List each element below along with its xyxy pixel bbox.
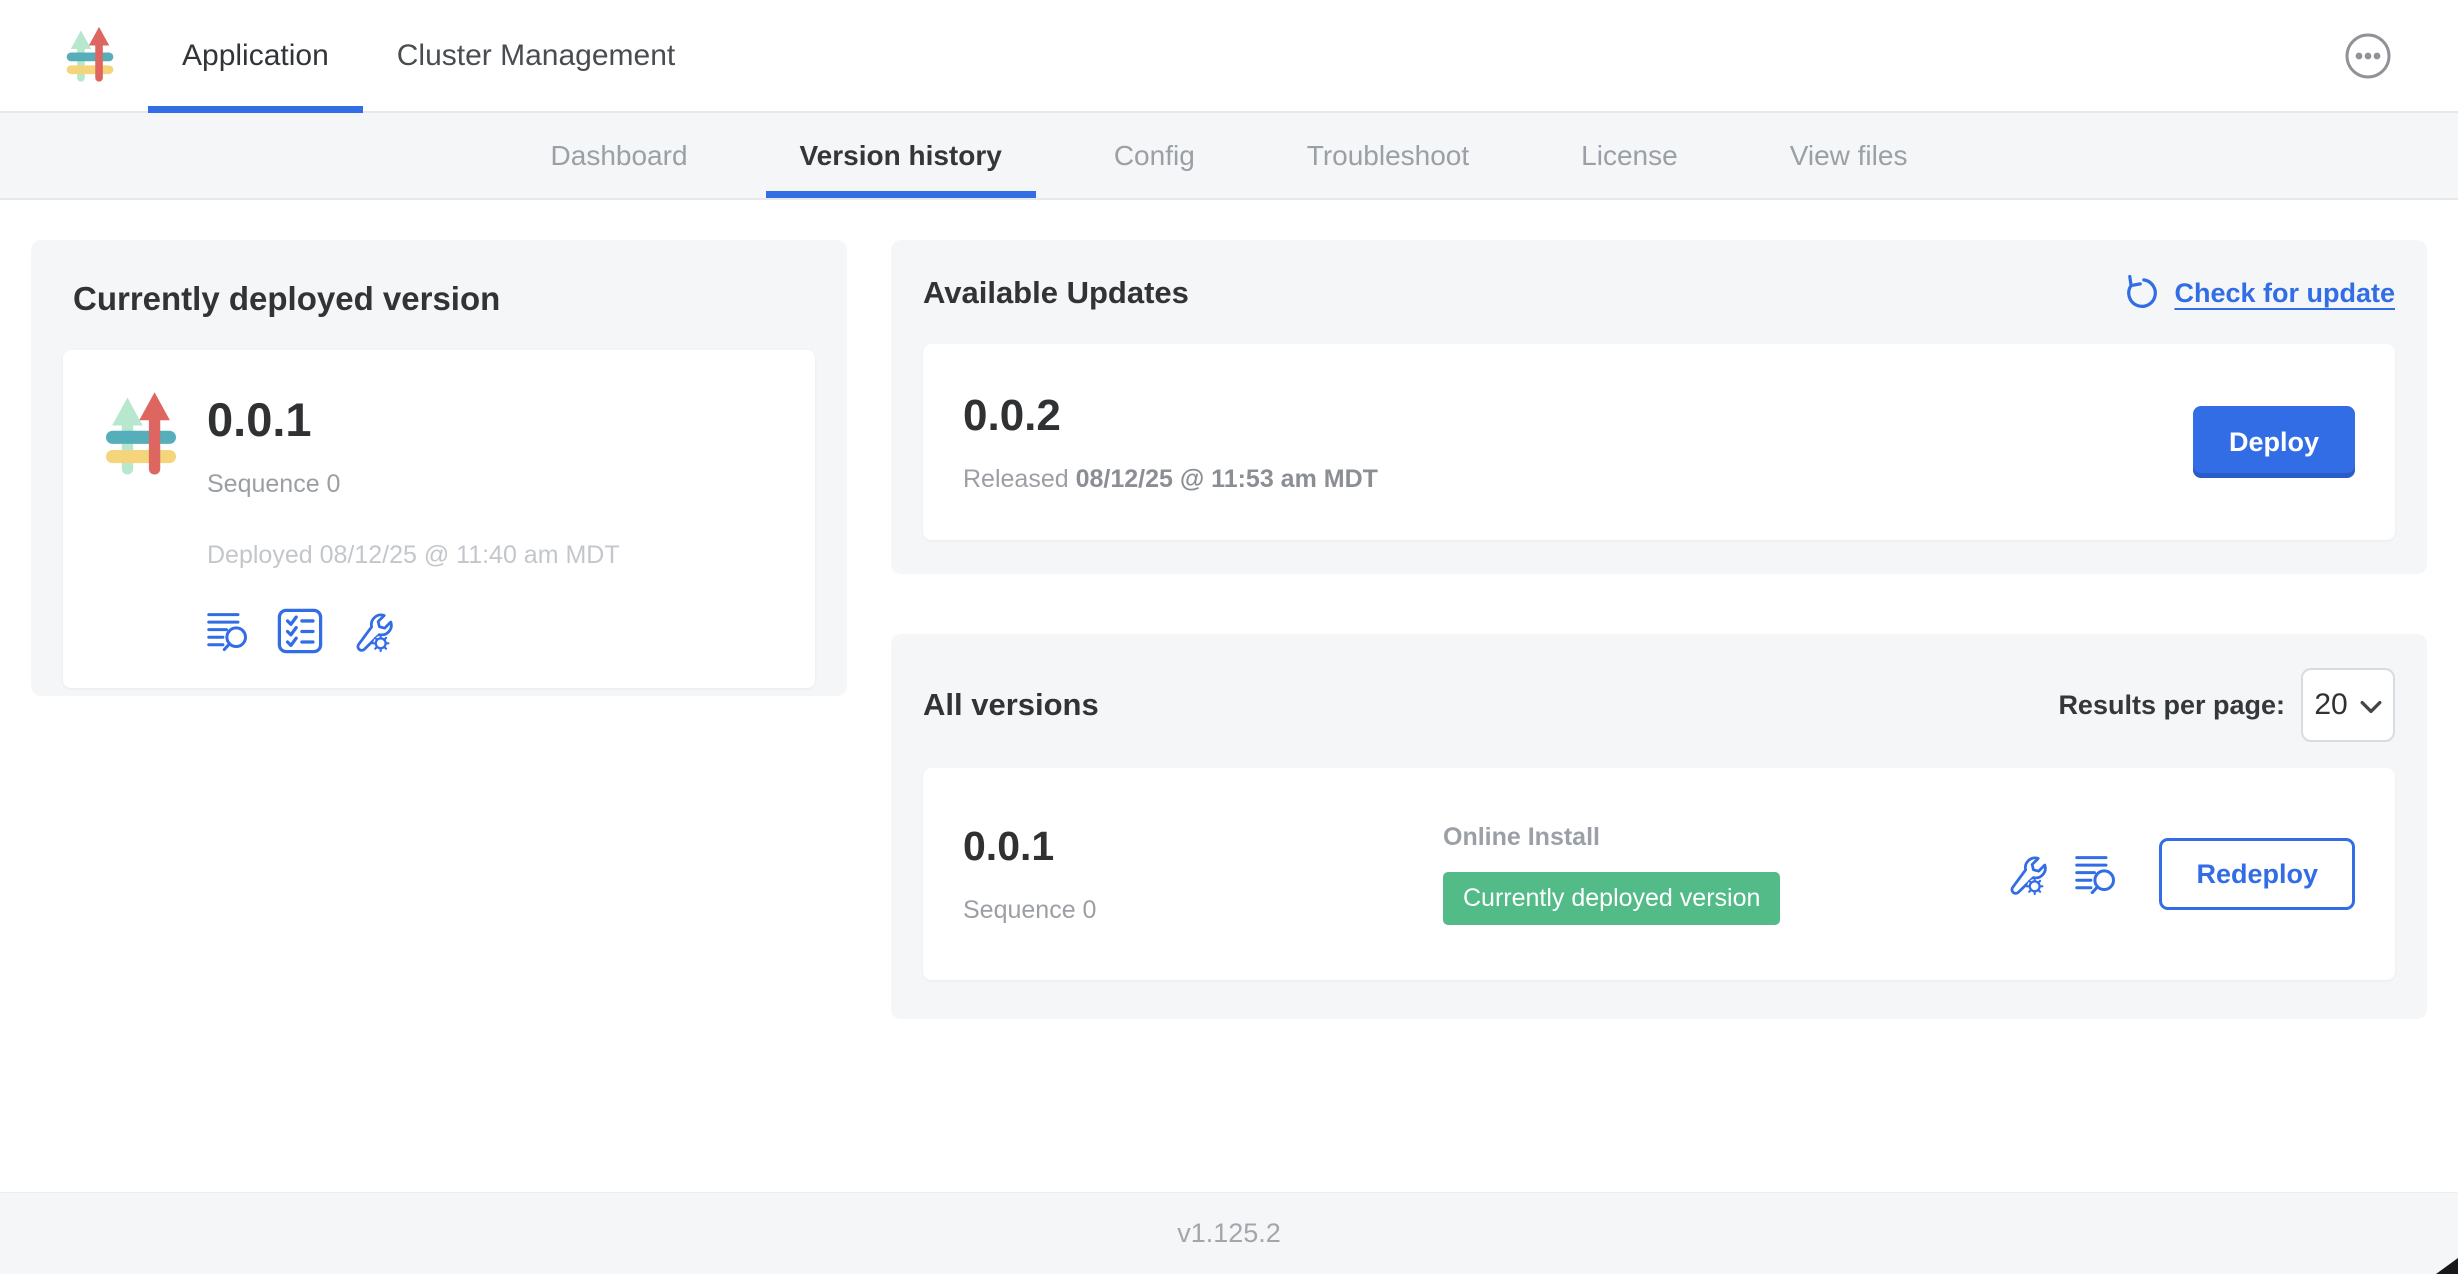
config-icon bbox=[347, 608, 393, 654]
subnav-tab-troubleshoot[interactable]: Troubleshoot bbox=[1251, 113, 1525, 198]
check-for-update-link[interactable]: Check for update bbox=[2122, 274, 2395, 312]
version-row: 0.0.1 Sequence 0 Online Install Currentl… bbox=[923, 768, 2395, 980]
version-history-page: Currently deployed version 0.0.1 Sequenc… bbox=[0, 200, 2458, 1019]
results-per-page-group: Results per page: 20 bbox=[2058, 668, 2395, 742]
released-label: Released bbox=[963, 465, 1069, 493]
chevron-down-icon bbox=[2360, 700, 2382, 714]
console-version: v1.125.2 bbox=[1177, 1218, 1281, 1249]
results-per-page-select[interactable]: 20 bbox=[2301, 668, 2395, 742]
all-versions-title: All versions bbox=[923, 687, 1099, 723]
deployed-version-card: 0.0.1 Sequence 0 Deployed 08/12/25 @ 11:… bbox=[63, 350, 815, 688]
preflight-checks-button[interactable] bbox=[277, 608, 323, 654]
preflight-checks-icon bbox=[277, 608, 323, 654]
currently-deployed-panel: Currently deployed version 0.0.1 Sequenc… bbox=[31, 240, 847, 696]
results-per-page-value: 20 bbox=[2314, 688, 2347, 722]
deployed-action-icons bbox=[207, 608, 620, 654]
ellipsis-icon bbox=[2344, 32, 2392, 80]
deployed-sequence: Sequence 0 bbox=[207, 470, 620, 499]
refresh-icon bbox=[2122, 274, 2160, 312]
subnav-tab-config[interactable]: Config bbox=[1058, 113, 1251, 198]
tab-application[interactable]: Application bbox=[148, 0, 363, 111]
results-per-page-label: Results per page: bbox=[2058, 690, 2285, 721]
app-logo-icon bbox=[62, 18, 118, 94]
subnav-tab-dashboard[interactable]: Dashboard bbox=[495, 113, 744, 198]
subnav-tab-version-history[interactable]: Version history bbox=[744, 113, 1058, 198]
redeploy-button[interactable]: Redeploy bbox=[2159, 838, 2355, 910]
deployed-version-number: 0.0.1 bbox=[207, 394, 620, 446]
top-nav: Application Cluster Management bbox=[0, 0, 2458, 113]
all-versions-panel: All versions Results per page: 20 0.0.1 … bbox=[891, 634, 2427, 1019]
released-date: 08/12/25 @ 11:53 am MDT bbox=[1076, 465, 1378, 493]
footer: v1.125.2 bbox=[0, 1192, 2458, 1274]
deploy-button[interactable]: Deploy bbox=[2193, 406, 2355, 478]
subnav-tab-version-history-label: Version history bbox=[800, 140, 1002, 172]
config-icon bbox=[2001, 851, 2047, 897]
subnav-tab-troubleshoot-label: Troubleshoot bbox=[1307, 140, 1469, 172]
row-version-number: 0.0.1 bbox=[963, 823, 1443, 870]
available-updates-title: Available Updates bbox=[923, 275, 1189, 311]
subnav-tab-view-files[interactable]: View files bbox=[1734, 113, 1964, 198]
tab-application-label: Application bbox=[182, 39, 329, 73]
available-update-card: 0.0.2 Released 08/12/25 @ 11:53 am MDT D… bbox=[923, 344, 2395, 540]
available-updates-panel: Available Updates Check for update 0.0.2… bbox=[891, 240, 2427, 574]
edit-config-button[interactable] bbox=[2001, 851, 2047, 897]
release-notes-icon bbox=[207, 608, 253, 654]
subnav-tab-license[interactable]: License bbox=[1525, 113, 1734, 198]
row-sequence: Sequence 0 bbox=[963, 896, 1443, 925]
release-notes-button[interactable] bbox=[2075, 851, 2121, 897]
app-logo-icon bbox=[99, 388, 183, 484]
subnav-tab-dashboard-label: Dashboard bbox=[551, 140, 688, 172]
release-notes-icon bbox=[2075, 851, 2121, 897]
deployed-timestamp: Deployed 08/12/25 @ 11:40 am MDT bbox=[207, 541, 620, 570]
overflow-menu-button[interactable] bbox=[2344, 32, 2392, 80]
subnav-tab-license-label: License bbox=[1581, 140, 1678, 172]
main-tabs: Application Cluster Management bbox=[148, 0, 709, 111]
row-actions: Redeploy bbox=[2001, 838, 2355, 910]
update-released-line: Released 08/12/25 @ 11:53 am MDT bbox=[963, 465, 1378, 494]
check-for-update-label: Check for update bbox=[2174, 278, 2395, 309]
release-notes-button[interactable] bbox=[207, 608, 253, 654]
subnav-tab-config-label: Config bbox=[1114, 140, 1195, 172]
app-subnav: Dashboard Version history Config Trouble… bbox=[0, 113, 2458, 200]
install-type-label: Online Install bbox=[1443, 823, 2001, 852]
update-version-number: 0.0.2 bbox=[963, 391, 1378, 441]
status-badge: Currently deployed version bbox=[1443, 872, 1780, 925]
currently-deployed-title: Currently deployed version bbox=[73, 280, 805, 318]
subnav-tab-view-files-label: View files bbox=[1790, 140, 1908, 172]
tab-cluster-management[interactable]: Cluster Management bbox=[363, 0, 709, 111]
tab-cluster-management-label: Cluster Management bbox=[397, 39, 675, 73]
edit-config-button[interactable] bbox=[347, 608, 393, 654]
